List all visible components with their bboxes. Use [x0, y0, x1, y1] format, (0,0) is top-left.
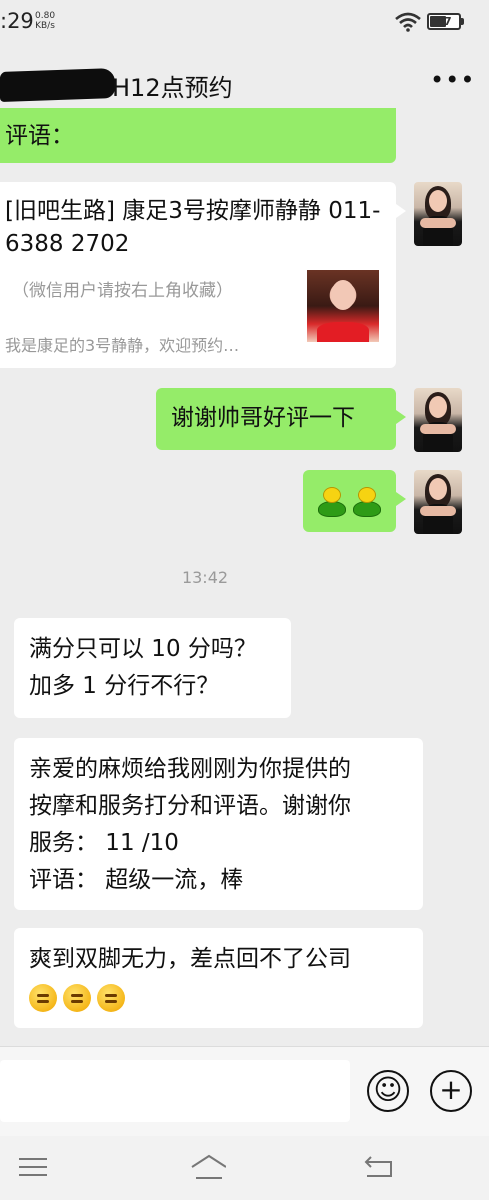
- sent-message[interactable]: 评语：: [0, 108, 396, 163]
- network-speed-value: 0.80: [35, 11, 56, 21]
- avatar[interactable]: [414, 470, 462, 534]
- message-line: 爽到双脚无力，差点回不了公司: [29, 946, 351, 972]
- menu-icon[interactable]: [16, 1152, 50, 1182]
- message-line: 评语： 超级一流，棒: [29, 867, 244, 893]
- chat-title: H12点预约: [112, 74, 233, 102]
- status-time: :29: [0, 9, 34, 33]
- link-card-thumbnail: [307, 270, 379, 342]
- status-bar: :29 0.80 KB/s 47: [0, 0, 489, 42]
- avatar[interactable]: [414, 182, 462, 246]
- home-icon[interactable]: [188, 1152, 226, 1182]
- more-icon[interactable]: •••: [430, 68, 474, 98]
- plus-icon[interactable]: +: [430, 1070, 472, 1112]
- wifi-icon: [395, 12, 421, 32]
- battery-level: 47: [436, 15, 452, 28]
- thinking-emoji-icon: [29, 984, 57, 1012]
- redaction-mark: [0, 67, 115, 103]
- message-text: 评语：: [5, 123, 74, 149]
- sent-emoji-message[interactable]: [303, 470, 406, 532]
- link-card-note: （微信用户请按右上角收藏）: [12, 281, 233, 301]
- received-message[interactable]: 爽到双脚无力，差点回不了公司: [14, 928, 423, 1028]
- message-line: 满分只可以 10 分吗？: [29, 636, 257, 662]
- network-speed-unit: KB/s: [35, 21, 55, 31]
- link-card-description: 我是康足的3号静静，欢迎预约…: [5, 336, 240, 355]
- message-line: 服务： 11 /10: [29, 830, 179, 856]
- message-line: 亲爱的麻烦给我刚刚为你提供的: [29, 756, 351, 782]
- timestamp: 13:42: [181, 568, 229, 587]
- message-text: 谢谢帅哥好评一下: [171, 405, 355, 431]
- network-speed: 0.80 KB/s: [35, 11, 55, 31]
- avatar[interactable]: [414, 388, 462, 452]
- message-line: 加多 1 分行不行？: [29, 673, 220, 699]
- message-input[interactable]: [0, 1060, 350, 1122]
- sent-message[interactable]: 谢谢帅哥好评一下: [156, 388, 406, 450]
- thinking-emoji-icon: [63, 984, 91, 1012]
- link-card-message[interactable]: [旧吧生路] 康足3号按摩师静静 011-6388 2702 （微信用户请按右上…: [0, 182, 406, 368]
- message-line: 按摩和服务打分和评语。谢谢你: [29, 793, 351, 819]
- received-message[interactable]: 亲爱的麻烦给我刚刚为你提供的 按摩和服务打分和评语。谢谢你 服务： 11 /10…: [14, 738, 423, 910]
- link-card-title: [旧吧生路] 康足3号按摩师静静 011-6388 2702: [5, 198, 381, 257]
- back-icon[interactable]: [362, 1152, 396, 1182]
- input-bar: ☺ +: [0, 1046, 489, 1136]
- battery-icon: 47: [427, 13, 464, 30]
- system-nav-bar: [0, 1136, 489, 1200]
- chick-emoji-icon: [318, 487, 346, 519]
- received-message[interactable]: 满分只可以 10 分吗？ 加多 1 分行不行？: [14, 618, 291, 718]
- chick-emoji-icon: [353, 487, 381, 519]
- emoji-row: [29, 978, 423, 1019]
- emoji-icon[interactable]: ☺: [367, 1070, 409, 1112]
- thinking-emoji-icon: [97, 984, 125, 1012]
